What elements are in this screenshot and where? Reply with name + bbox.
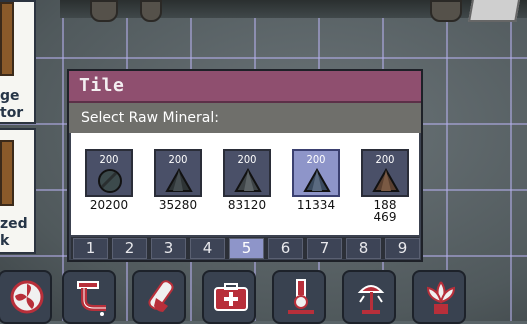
research-button[interactable] (272, 270, 326, 324)
mineral-amount: 200 (375, 153, 395, 166)
build-menu-item-2-label: zed k (0, 216, 28, 249)
mineral-amount: 200 (99, 153, 119, 166)
page-button[interactable]: 1 (73, 238, 108, 259)
ventilation-button[interactable] (0, 270, 52, 324)
medical-icon (214, 283, 248, 311)
mineral-option[interactable]: 200 188469 (361, 149, 409, 223)
triangle-rock-icon (165, 167, 193, 192)
dialog-subtitle: Select Raw Mineral: (81, 110, 219, 126)
mineral-amount: 200 (168, 153, 188, 166)
background-structure (60, 0, 527, 22)
tank-icon (0, 140, 14, 206)
mineral-label: 188469 (373, 198, 397, 224)
page-button[interactable]: 2 (112, 238, 147, 259)
research-icon (288, 279, 314, 314)
generator-icon (0, 2, 14, 76)
page-button-active[interactable]: 5 (229, 238, 264, 259)
corner-tool-icon[interactable] (468, 0, 520, 22)
mineral-label: 20200 (89, 198, 129, 212)
triangle-rock-icon (303, 167, 331, 192)
mineral-label: 35280 (158, 198, 198, 212)
page-button[interactable]: 9 (385, 238, 420, 259)
decor-icon (426, 281, 456, 314)
triangle-rock-icon (234, 167, 262, 192)
mineral-tile[interactable]: 200 (223, 149, 271, 197)
lighting-icon (357, 285, 385, 314)
page-button[interactable]: 8 (346, 238, 381, 259)
page-button[interactable]: 3 (151, 238, 186, 259)
page-button[interactable]: 7 (307, 238, 342, 259)
dialog-subtitle-bar: Select Raw Mineral: (69, 103, 421, 133)
mineral-tile[interactable]: 200 (85, 149, 133, 197)
mineral-amount: 200 (237, 153, 257, 166)
material-select-dialog: Tile Select Raw Mineral: 200 20200 200 3… (67, 69, 423, 262)
page-button[interactable]: 4 (190, 238, 225, 259)
plumbing-button[interactable] (62, 270, 116, 324)
mineral-tile[interactable]: 200 (361, 149, 409, 197)
build-menu-item-1[interactable]: ge tor (0, 0, 36, 124)
medicine-button[interactable] (132, 270, 186, 324)
mineral-tile-selected[interactable]: 200 (292, 149, 340, 197)
mineral-tile[interactable]: 200 (154, 149, 202, 197)
medicine-icon (148, 280, 174, 312)
round-rock-icon (98, 169, 122, 193)
mineral-option[interactable]: 200 20200 (85, 149, 133, 211)
build-menu-item-2[interactable]: zed k (0, 128, 36, 254)
mineral-grid: 200 20200 200 35280 200 83120 200 11334 … (71, 133, 419, 235)
plumbing-icon (77, 281, 106, 316)
mineral-option-selected[interactable]: 200 11334 (292, 149, 340, 211)
mineral-option[interactable]: 200 83120 (223, 149, 271, 211)
dialog-title-bar: Tile (69, 71, 421, 103)
medical-button[interactable] (202, 270, 256, 324)
page-button[interactable]: 6 (268, 238, 303, 259)
build-menu-item-1-label: ge tor (0, 88, 24, 121)
mineral-amount: 200 (306, 153, 326, 166)
ventilation-icon (10, 280, 44, 314)
page-selector: 1 2 3 4 5 6 7 8 9 (71, 237, 420, 259)
decor-button[interactable] (412, 270, 466, 324)
mineral-option[interactable]: 200 35280 (154, 149, 202, 211)
mineral-label: 83120 (227, 198, 267, 212)
triangle-rock-icon (372, 167, 400, 192)
mineral-label: 11334 (296, 198, 336, 212)
lighting-button[interactable] (342, 270, 396, 324)
dialog-title: Tile (79, 75, 125, 96)
